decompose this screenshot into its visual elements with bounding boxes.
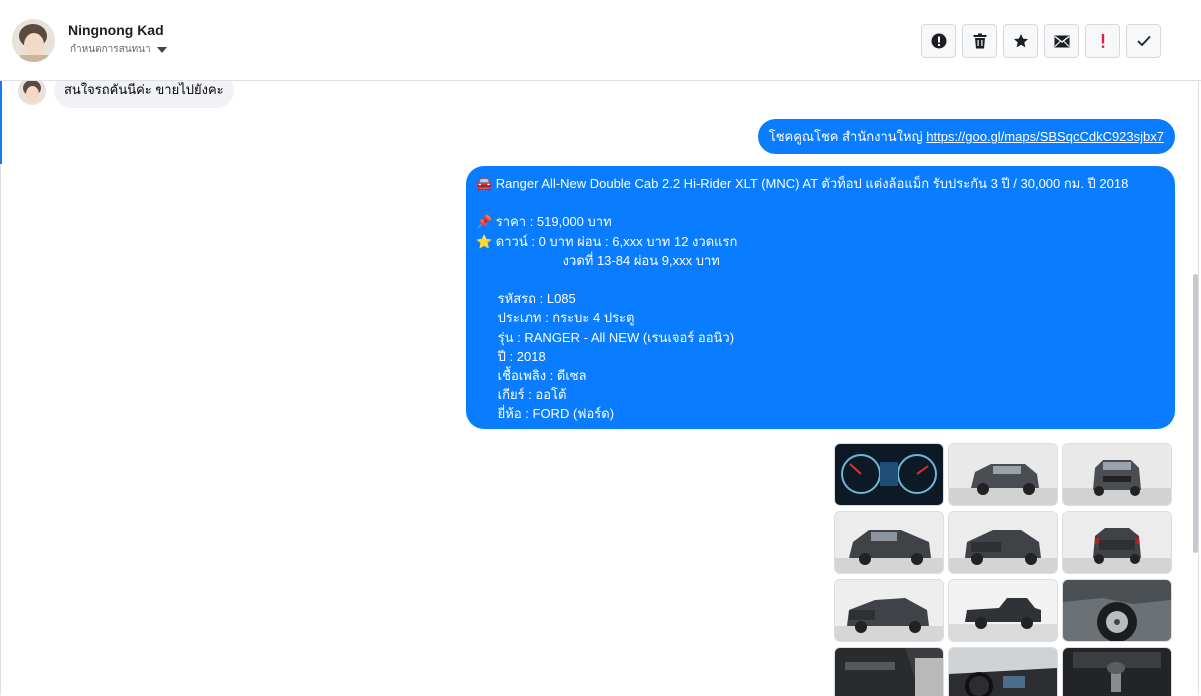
envelope-icon [1054,35,1069,47]
conversation-status-dropdown[interactable]: กำหนดการสนทนา [70,42,167,57]
listing-line: เชื้อเพลิง : ดีเซล [476,367,587,383]
listing-line: รหัสรถ : L085 [476,291,576,307]
photo-gear-shifter[interactable] [1062,647,1172,696]
listing-line [476,193,1165,212]
conversation-header: Ningnong Kad กำหนดการสนทนา [0,0,1201,81]
photo-side[interactable] [948,579,1058,642]
listing-line: 📌 ราคา : 519,000 บาท [476,214,612,230]
photo-gallery [834,443,1172,696]
map-link[interactable]: https://goo.gl/maps/SBSqcCdkC923sjbx7 [926,129,1164,144]
conversation-status-label: กำหนดการสนทนา [70,44,151,55]
exclamation-icon [1101,34,1104,48]
listing-line: ประเภท : กระบะ 4 ประตู [476,310,635,326]
listing-line: 🚘 Ranger All-New Double Cab 2.2 Hi-Rider… [476,176,1129,191]
alert-circle-icon [931,33,946,49]
thread-scrollbar[interactable] [1193,274,1198,553]
photo-rear-left[interactable] [834,579,944,642]
photo-cabin-interior[interactable] [948,647,1058,696]
contact-avatar[interactable] [12,19,55,62]
listing-message-bubble[interactable]: 🚘 Ranger All-New Double Cab 2.2 Hi-Rider… [466,166,1175,429]
listing-line: รุ่น : RANGER - All NEW (เรนเจอร์ ออนิว) [476,329,735,345]
caret-down-icon [156,46,167,53]
sender-avatar[interactable] [18,81,46,105]
photo-wheel[interactable] [1062,579,1172,642]
photo-front[interactable] [1062,443,1172,506]
incoming-message-bubble[interactable]: สนใจรถคันนีค่ะ ขายไปยังคะ [54,81,234,108]
photo-door-interior[interactable] [834,647,944,696]
listing-line [476,270,1165,289]
listing-line: เกียร์ : ออโต้ [476,387,567,403]
check-icon [1136,35,1151,47]
photo-dashboard[interactable] [834,443,944,506]
trash-icon [973,33,986,49]
photo-front-left[interactable] [834,511,944,574]
done-button[interactable] [1126,24,1161,58]
outgoing-message-bubble[interactable]: โชคคูณโชค สำนักงานใหญ่ https://goo.gl/ma… [757,119,1175,154]
photo-front-angle[interactable] [948,443,1058,506]
photo-rear[interactable] [1062,511,1172,574]
star-button[interactable] [1003,24,1038,58]
listing-line: ยี่ห้อ : FORD (ฟอร์ด) [476,406,615,422]
important-button[interactable] [1085,24,1120,58]
report-button[interactable] [921,24,956,58]
photo-rear-angle[interactable] [948,511,1058,574]
listing-line: ⭐ ดาวน์ : 0 บาท ผ่อน : 6,xxx บาท 12 งวดแ… [476,233,738,249]
conversation-actions [921,24,1161,58]
delete-button[interactable] [962,24,997,58]
listing-line: ปี : 2018 [476,348,546,364]
selected-indicator [0,81,2,164]
mark-unread-button[interactable] [1044,24,1079,58]
message-text: โชคคูณโชค สำนักงานใหญ่ [768,129,927,144]
listing-line: งวดที่ 13-84 ผ่อน 9,xxx บาท [476,252,720,268]
incoming-message-row: สนใจรถคันนีค่ะ ขายไปยังคะ [18,81,234,108]
contact-name[interactable]: Ningnong Kad [68,22,164,38]
message-thread[interactable]: สนใจรถคันนีค่ะ ขายไปยังคะ โชคคูณโชค สำนั… [0,81,1199,696]
star-icon [1013,34,1028,48]
